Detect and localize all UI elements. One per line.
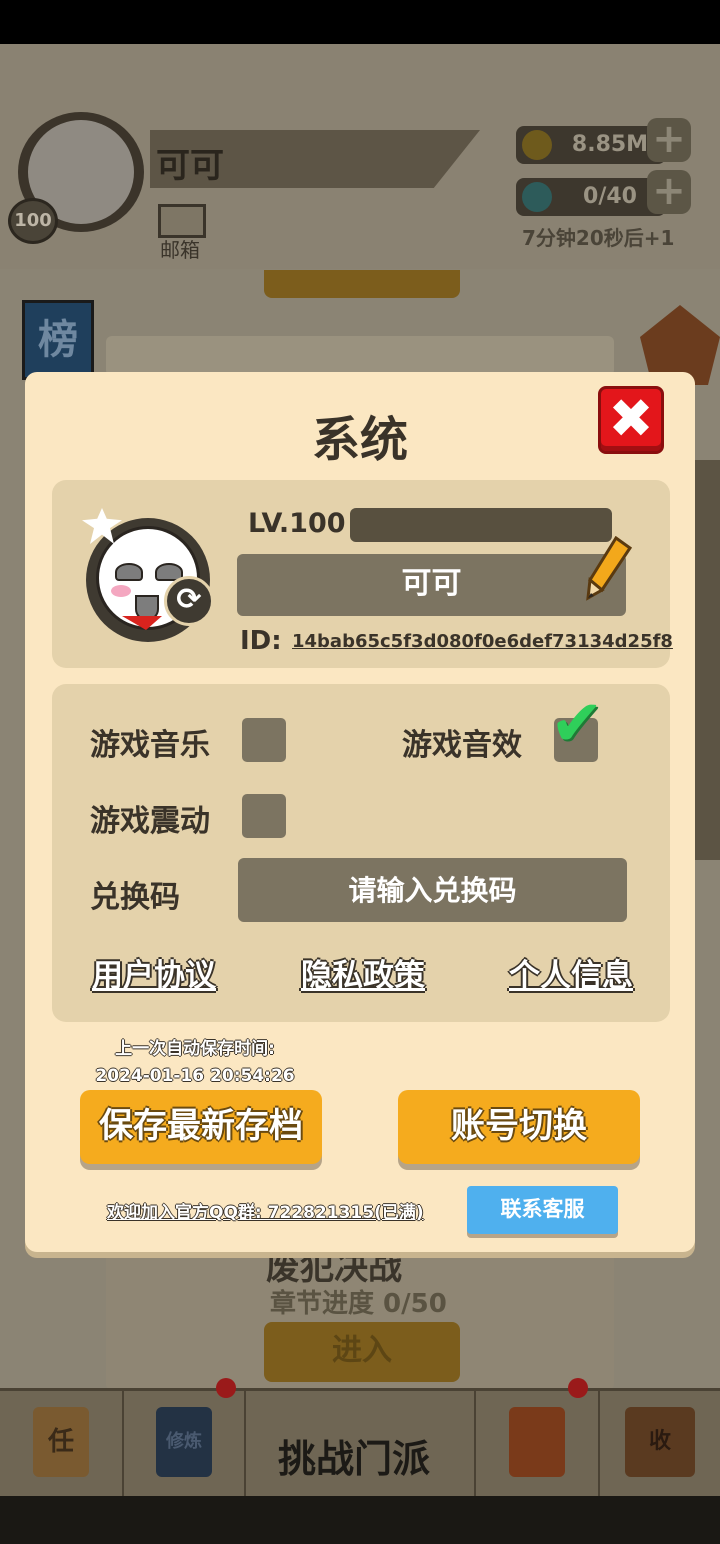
avatar-blush-left xyxy=(111,585,131,597)
nav-training[interactable]: 修炼 xyxy=(124,1391,246,1499)
music-label: 游戏音乐 xyxy=(90,728,210,763)
redeem-code-input[interactable] xyxy=(238,858,627,922)
regen-timer: 7分钟20秒后+1 xyxy=(522,226,675,250)
autosave-label: 上一次自动保存时间: xyxy=(115,1039,275,1059)
sfx-checkbox[interactable]: ✔ xyxy=(550,692,604,762)
system-dialog: 系统 ✖ ⟳ LV.100 可可 ID: 14bab65c5f3d080f0e6… xyxy=(25,372,695,1252)
status-bar xyxy=(0,0,720,44)
player-name: 可可 xyxy=(156,146,224,186)
forge-notify-dot xyxy=(568,1378,588,1398)
mail-label: 邮箱 xyxy=(160,238,200,262)
player-level: LV.100 xyxy=(248,508,346,539)
nav-challenge-label: 挑战门派 xyxy=(278,1437,431,1481)
chapter-progress: 章节进度 0/50 xyxy=(270,1289,447,1319)
privacy-policy-link[interactable]: 隐私政策 xyxy=(301,950,425,995)
add-coins-button[interactable]: + xyxy=(647,118,691,162)
autosave-info: 上一次自动保存时间: 2024-01-16 20:54:26 xyxy=(95,1036,295,1090)
top-enter-button[interactable] xyxy=(264,270,460,298)
forge-icon xyxy=(509,1407,565,1477)
user-agreement-link[interactable]: 用户协议 xyxy=(92,950,216,995)
vibration-label: 游戏震动 xyxy=(90,804,210,839)
sfx-label: 游戏音效 xyxy=(402,728,522,763)
player-id[interactable]: 14bab65c5f3d080f0e6def73134d25f8 xyxy=(292,631,673,652)
player-level-badge: 100 xyxy=(8,198,58,244)
close-x-icon[interactable]: ✖ xyxy=(598,386,664,454)
qq-group-text[interactable]: 欢迎加入官方QQ群: 722821315(已满) xyxy=(107,1198,424,1223)
settings-card: 游戏音乐 游戏音效 ✔ 游戏震动 兑换码 用户协议 隐私政策 个人信息 xyxy=(52,684,670,1022)
system-nav-bar xyxy=(0,1496,720,1544)
xp-bar xyxy=(350,508,612,542)
training-notify-dot xyxy=(216,1378,236,1398)
contact-service-button[interactable]: 联系客服 xyxy=(467,1186,618,1234)
save-latest-button[interactable]: 保存最新存档 xyxy=(80,1090,322,1164)
enter-button[interactable]: 进入 xyxy=(264,1322,460,1382)
collect-house-icon: 收 xyxy=(625,1407,695,1477)
leaderboard-tab[interactable]: 榜 xyxy=(22,300,94,380)
coin-icon xyxy=(522,130,552,160)
profile-card: ⟳ LV.100 可可 ID: 14bab65c5f3d080f0e6def73… xyxy=(52,480,673,668)
checkmark-icon: ✔ xyxy=(550,687,604,761)
redeem-label: 兑换码 xyxy=(90,880,180,915)
swap-avatar-icon[interactable]: ⟳ xyxy=(164,576,214,626)
vibration-checkbox[interactable] xyxy=(242,794,286,838)
personal-info-link[interactable]: 个人信息 xyxy=(509,950,633,995)
switch-account-button[interactable]: 账号切换 xyxy=(398,1090,640,1164)
nickname-field[interactable]: 可可 xyxy=(237,554,626,616)
stage-panel xyxy=(106,336,614,376)
gem-icon xyxy=(522,182,552,212)
task-scroll-icon: 任 xyxy=(33,1407,89,1477)
training-book-icon: 修炼 xyxy=(156,1407,212,1477)
edit-pencil-icon[interactable] xyxy=(582,536,634,604)
nav-task[interactable]: 任 xyxy=(0,1391,124,1499)
autosave-time: 2024-01-16 20:54:26 xyxy=(95,1066,295,1086)
id-label: ID: xyxy=(240,626,282,656)
nav-collect[interactable]: 收 xyxy=(600,1391,720,1499)
avatar-eye-left xyxy=(115,563,143,581)
music-checkbox[interactable] xyxy=(242,718,286,762)
mail-icon[interactable] xyxy=(158,204,206,238)
nav-forge[interactable] xyxy=(476,1391,600,1499)
dialog-title: 系统 xyxy=(311,412,408,468)
add-gems-button[interactable]: + xyxy=(647,170,691,214)
